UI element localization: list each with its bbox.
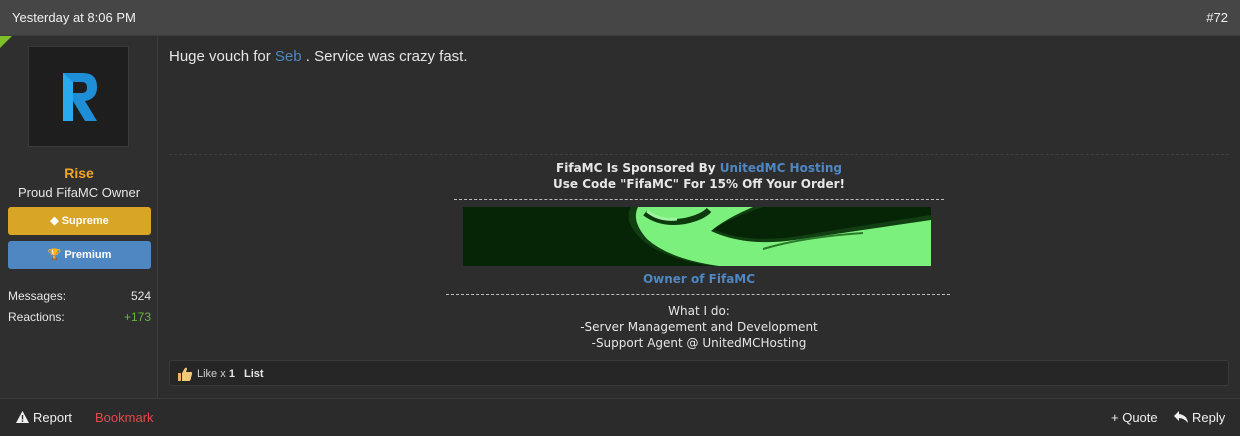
reply-button[interactable]: Reply	[1174, 410, 1225, 425]
user-title: Proud FifaMC Owner	[17, 185, 141, 200]
username[interactable]: Rise	[0, 165, 158, 181]
diamond-icon: ◆	[50, 215, 59, 227]
signature-sponsor-line: FifaMC Is Sponsored By UnitedMC Hosting	[158, 161, 1240, 175]
signature-dashed-rule	[454, 199, 944, 200]
bookmark-button[interactable]: Bookmark	[95, 410, 154, 425]
user-mention-link[interactable]: Seb	[275, 48, 302, 65]
signature-dashed-rule	[446, 294, 950, 295]
likes-bar: Like x 1 List	[169, 360, 1229, 386]
signature-code-line: Use Code "FifaMC" For 15% Off Your Order…	[553, 177, 845, 191]
avatar[interactable]	[28, 46, 129, 147]
message-body: Huge vouch for Seb . Service was crazy f…	[169, 48, 468, 65]
likes-count: 1	[228, 368, 235, 380]
sponsor-link[interactable]: UnitedMC Hosting	[720, 161, 842, 175]
post-date[interactable]: Yesterday at 8:06 PM	[12, 10, 136, 25]
post-content: Huge vouch for Seb . Service was crazy f…	[158, 36, 1240, 398]
reply-label: Reply	[1192, 410, 1226, 425]
report-button[interactable]: Report	[16, 410, 72, 425]
message-text: Huge vouch for	[169, 48, 271, 65]
badge-label: Premium	[64, 249, 112, 261]
trophy-icon: 🏆	[47, 249, 62, 261]
message-text: . Service was crazy fast.	[305, 48, 468, 65]
signature-owner-link[interactable]: Owner of FifaMC	[158, 272, 1240, 286]
thumbs-up-icon	[178, 367, 193, 381]
warning-icon	[16, 411, 29, 423]
stat-messages: Messages: 524	[8, 289, 151, 307]
likes-prefix: Like x	[197, 368, 226, 380]
stat-value: +173	[123, 310, 151, 324]
stat-reactions: Reactions: +173	[8, 310, 151, 328]
signature-item: -Server Management and Development	[580, 320, 818, 334]
likes-list-link[interactable]: List	[244, 368, 264, 380]
signature-heading: What I do:	[668, 304, 730, 318]
report-label: Report	[33, 410, 73, 425]
stat-label: Messages:	[8, 289, 67, 303]
sponsor-text: FifaMC Is Sponsored By	[556, 161, 716, 175]
quote-button[interactable]: + Quote	[1111, 410, 1158, 425]
forum-post: Yesterday at 8:06 PM #72 Rise Proud Fifa…	[0, 0, 1240, 436]
unread-corner-flag	[0, 36, 12, 48]
user-info-panel: Rise Proud FifaMC Owner ◆ Supreme 🏆 Premiu…	[0, 36, 158, 398]
signature-divider	[169, 154, 1229, 155]
signature-item: -Support Agent @ UnitedMCHosting	[591, 336, 807, 350]
signature-banner-image[interactable]	[463, 207, 931, 266]
reply-arrow-icon	[1174, 411, 1188, 423]
stat-value: 524	[130, 289, 151, 303]
badge-label: Supreme	[61, 215, 109, 227]
post-header: Yesterday at 8:06 PM #72	[0, 0, 1240, 36]
badge-supreme: ◆ Supreme	[8, 207, 151, 235]
likes-summary: Like x 1	[197, 368, 235, 380]
badge-premium: 🏆 Premium	[8, 241, 151, 269]
post-number[interactable]: #72	[1206, 10, 1228, 25]
r-logo-icon	[63, 73, 97, 121]
post-footer: Report Bookmark + Quote Reply	[0, 398, 1240, 436]
stat-label: Reactions:	[8, 310, 65, 324]
